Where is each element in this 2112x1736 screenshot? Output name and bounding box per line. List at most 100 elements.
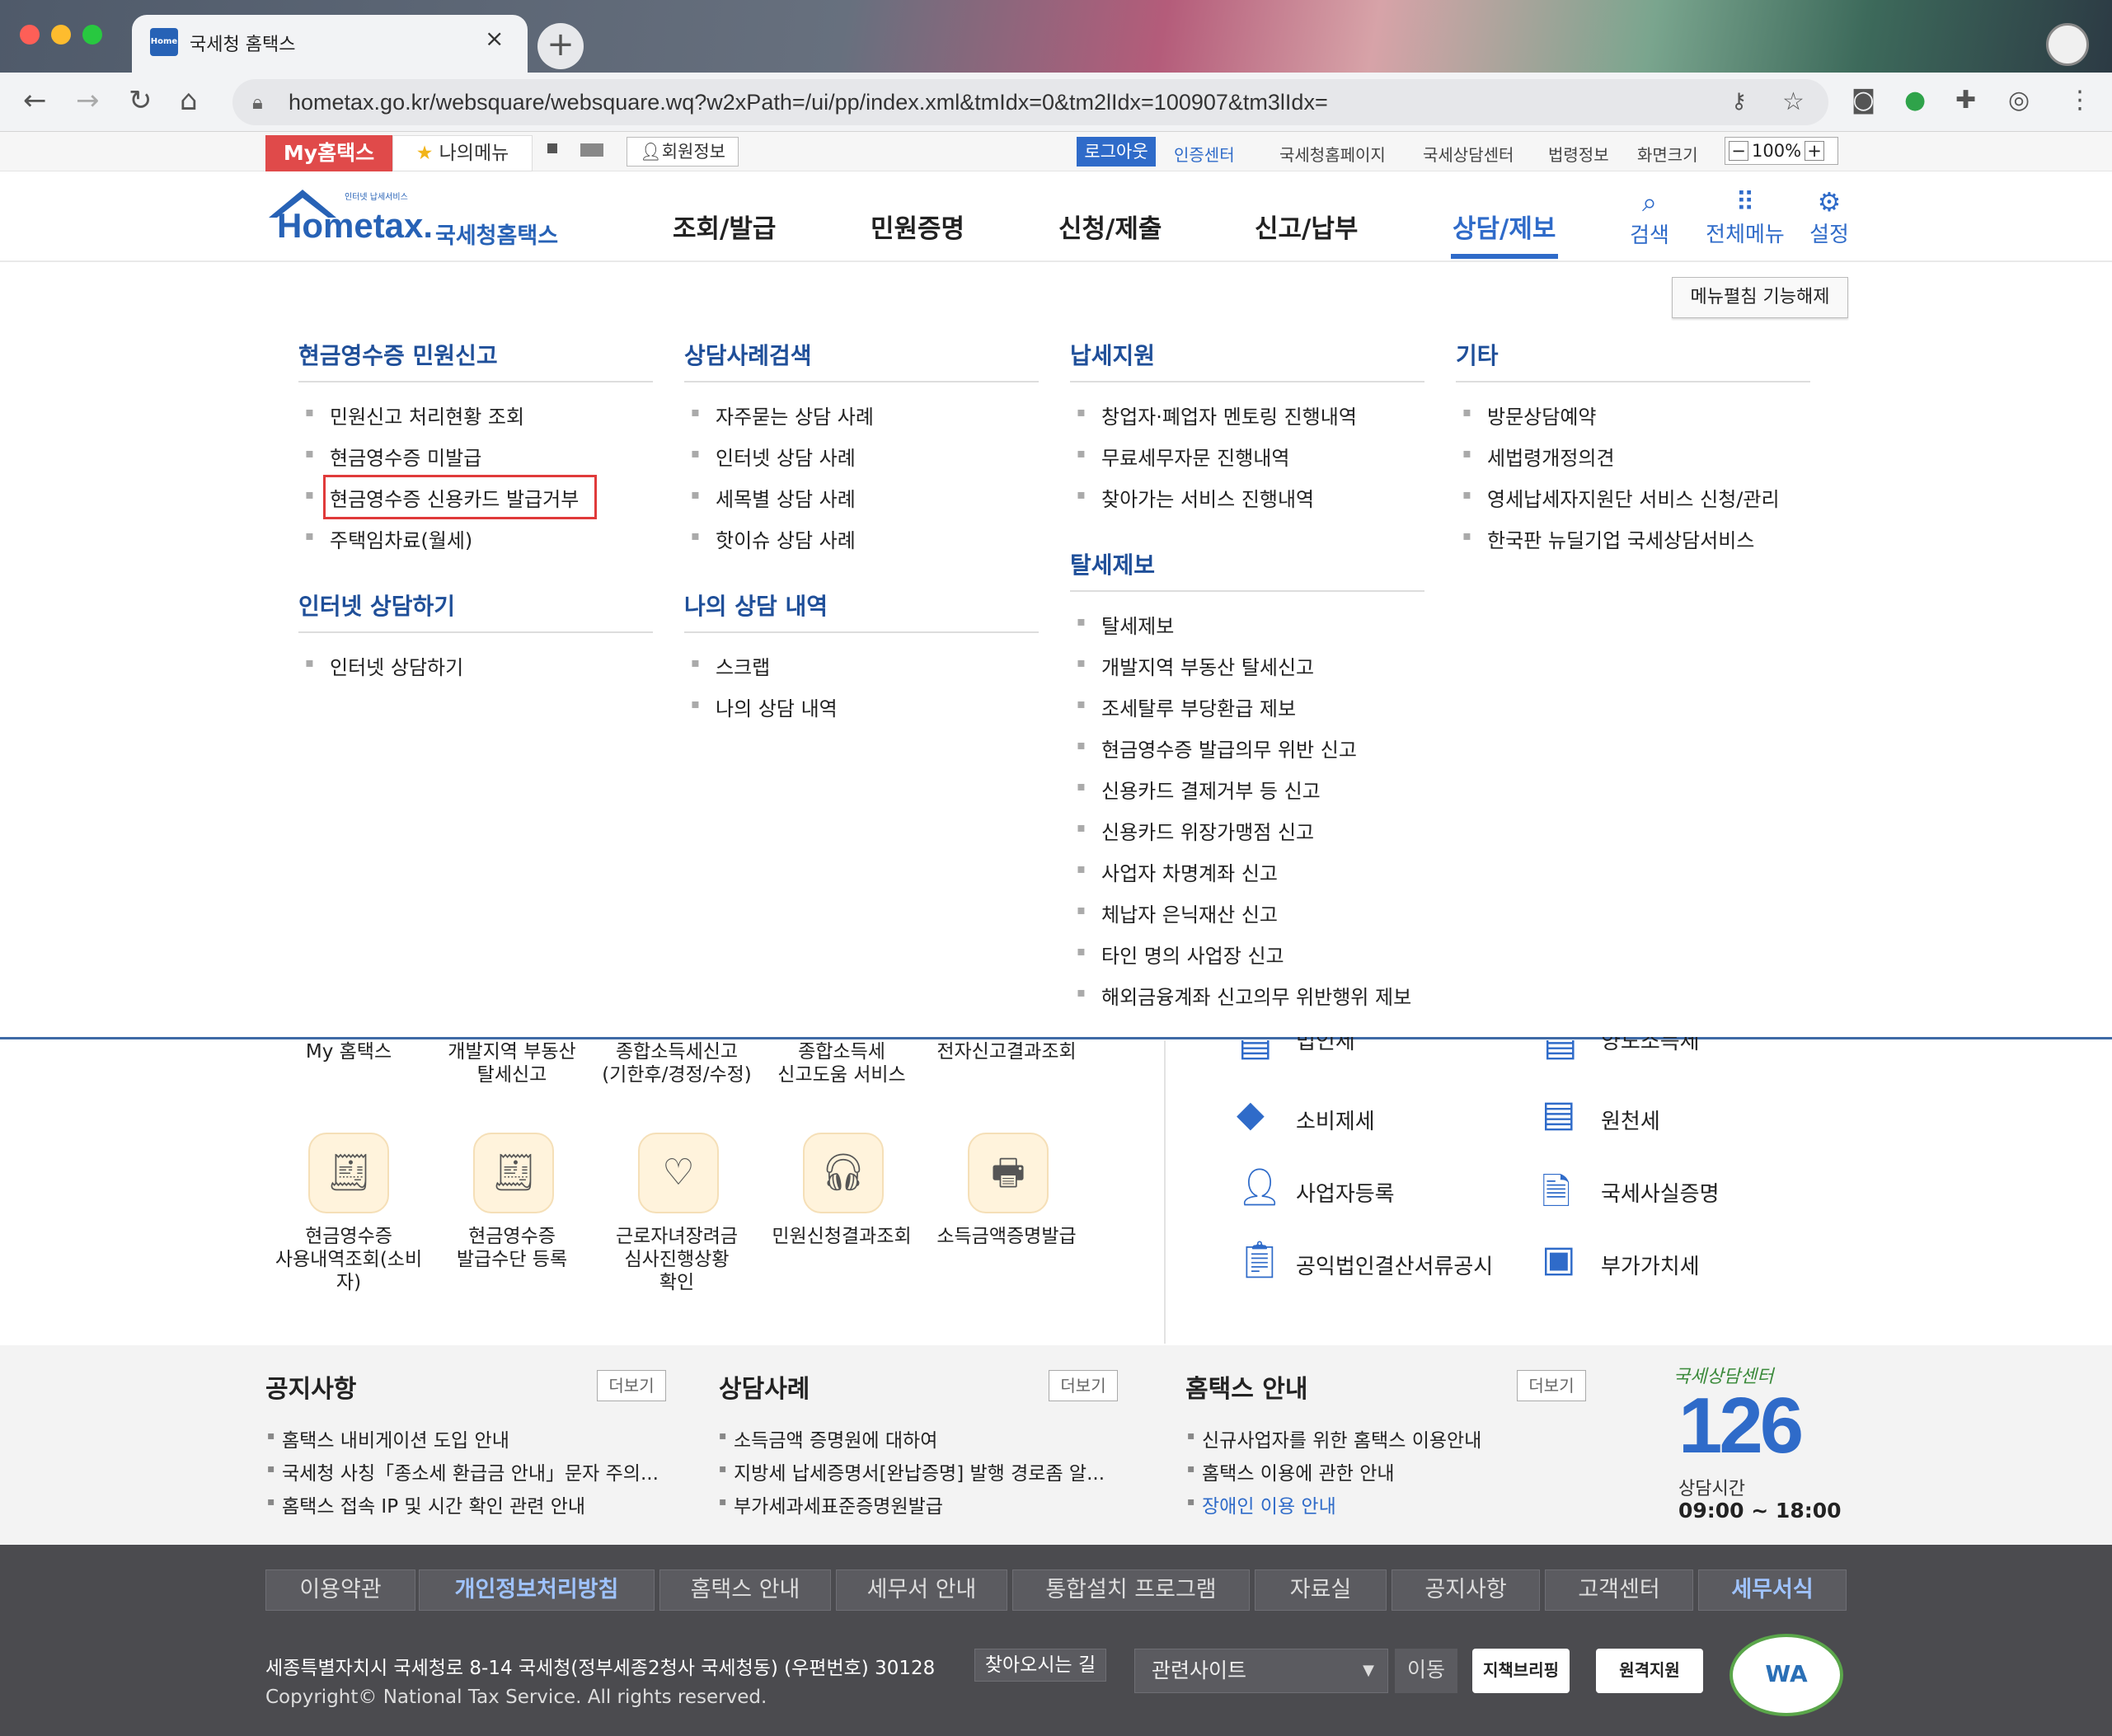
guide-item[interactable]: 신규사업자를 위한 홈택스 이용안내 [1187, 1424, 1481, 1452]
footer-customer-center-link[interactable]: 고객센터 [1545, 1569, 1693, 1611]
tax-vat[interactable]: 부가가치세 [1601, 1250, 1700, 1280]
related-sites-select[interactable]: 관련사이트 ▼ [1134, 1649, 1388, 1693]
section-title-tax-evasion-report[interactable]: 탈세제보 [1070, 547, 1155, 580]
menu-item[interactable]: 인터넷 상담하기 [305, 651, 463, 680]
maximize-window-button[interactable] [82, 25, 102, 45]
menu-item[interactable]: 현금영수증 발급의무 위반 신고 [1077, 734, 1357, 762]
menu-item[interactable]: 탈세제보 [1077, 610, 1174, 639]
menu-item[interactable]: 타인 명의 사업장 신고 [1077, 940, 1284, 969]
url-text[interactable]: hometax.go.kr/websquare/websquare.wq?w2x… [289, 90, 1328, 115]
service-cash-receipt-register[interactable]: 현금영수증 발급수단 등록 [434, 1225, 590, 1271]
section-title-case-search[interactable]: 상담사례검색 [684, 338, 812, 371]
footer-tax-forms-link[interactable]: 세무서식 [1698, 1569, 1847, 1611]
menu-item[interactable]: 체납자 은닉재산 신고 [1077, 898, 1278, 927]
menu-item[interactable]: 영세납세자지원단 서비스 신청/관리 [1462, 483, 1780, 512]
service-cash-receipt-history[interactable]: 현금영수증 사용내역조회(소비 자) [270, 1225, 427, 1294]
notice-item[interactable]: 홈택스 내비게이션 도입 안내 [267, 1424, 509, 1452]
printer-icon[interactable]: 🖶 [968, 1133, 1049, 1213]
cases-more-button[interactable]: 더보기 [1049, 1370, 1118, 1401]
nav-consult[interactable]: 상담/제보 [1453, 208, 1556, 245]
case-item[interactable]: 소득금액 증명원에 대하여 [719, 1424, 937, 1452]
law-info-link[interactable]: 법령정보 [1548, 142, 1609, 166]
address-bar[interactable]: 🔒︎ hometax.go.kr/websquare/websquare.wq?… [232, 79, 1828, 125]
footer-privacy-link[interactable]: 개인정보처리방침 [419, 1569, 655, 1611]
menu-item[interactable]: 한국판 뉴딜기업 국세상담서비스 [1462, 524, 1754, 553]
cert-center-link[interactable]: 인증센터 [1174, 142, 1235, 166]
tab-close-icon[interactable]: × [485, 25, 504, 52]
browser-menu-icon[interactable]: ⋮ [2067, 86, 2092, 115]
case-item[interactable]: 지방세 납세증명서[완납증명] 발행 경로좀 알... [719, 1457, 1105, 1485]
close-window-button[interactable] [20, 25, 40, 45]
receipt-register-icon[interactable]: 🧾︎ [473, 1133, 554, 1213]
menu-item[interactable]: 창업자·폐업자 멘토링 진행내역 [1077, 401, 1357, 429]
guide-item[interactable]: 홈택스 이용에 관한 안내 [1187, 1457, 1395, 1485]
camera-icon[interactable]: ◙ [1852, 86, 1875, 115]
find-way-button[interactable]: 찾아오시는 길 [974, 1649, 1106, 1682]
extension-icon[interactable]: ◎ [2008, 86, 2030, 115]
notice-item[interactable]: 홈택스 접속 IP 및 시간 확인 관련 안내 [267, 1490, 585, 1518]
heart-hand-icon[interactable]: ♡ [638, 1133, 719, 1213]
headset-icon[interactable]: 🎧︎ [803, 1133, 884, 1213]
service-earned-income-credit[interactable]: 근로자녀장려금 심사진행상황 확인 [598, 1225, 755, 1294]
member-info-button[interactable]: 👤︎회원정보 [627, 137, 739, 167]
tax-withholding[interactable]: 원천세 [1601, 1105, 1660, 1135]
menu-item[interactable]: 세목별 상담 사례 [691, 483, 856, 512]
case-item[interactable]: 부가세과세표준증명원발급 [719, 1490, 943, 1518]
nav-application[interactable]: 신청/제출 [1058, 208, 1162, 245]
header-search-button[interactable]: ⌕ 검색 [1604, 186, 1695, 249]
menu-item[interactable]: 인터넷 상담 사례 [691, 442, 856, 471]
related-move-button[interactable]: 이동 [1395, 1649, 1457, 1693]
browser-tab[interactable]: Home 국세청 홈택스 × [132, 15, 528, 73]
menu-item[interactable]: 사업자 차명계좌 신고 [1077, 857, 1278, 886]
guide-more-button[interactable]: 더보기 [1517, 1370, 1586, 1401]
zoom-out-button[interactable]: − [1729, 141, 1748, 161]
menu-item[interactable]: 조세탈루 부당환급 제보 [1077, 692, 1296, 721]
new-tab-button[interactable]: + [537, 23, 584, 69]
extensions-puzzle-icon[interactable]: ✚ [1955, 86, 1976, 115]
my-menu-button[interactable]: ★ 나의메뉴 [392, 135, 533, 171]
nts-homepage-link[interactable]: 국세청홈페이지 [1279, 142, 1386, 166]
notice-item[interactable]: 국세청 사칭「종소세 환급금 안내」문자 주의... [267, 1457, 659, 1485]
zoom-in-button[interactable]: + [1805, 141, 1825, 161]
footer-notice-link[interactable]: 공지사항 [1392, 1569, 1540, 1611]
footer-tax-office-link[interactable]: 세무서 안내 [836, 1569, 1007, 1611]
consult-center-link[interactable]: 국세상담센터 [1423, 142, 1514, 166]
footer-terms-link[interactable]: 이용약관 [265, 1569, 415, 1611]
browser-profile-icon[interactable] [2046, 23, 2089, 66]
service-e-filing-result[interactable]: 전자신고결과조회 [928, 1040, 1085, 1063]
policy-briefing-badge[interactable]: 지책브리핑 [1472, 1649, 1570, 1693]
footer-hometax-guide-link[interactable]: 홈택스 안내 [659, 1569, 831, 1611]
section-title-internet-consult[interactable]: 인터넷 상담하기 [298, 589, 455, 622]
reload-icon[interactable]: ↻ [129, 84, 153, 117]
evernote-icon[interactable]: ● [1904, 86, 1926, 115]
tax-public-corp-disclosure[interactable]: 공익법인결산서류공시 [1296, 1250, 1493, 1280]
notice-title[interactable]: 공지사항 [265, 1368, 356, 1405]
menu-item[interactable]: 민원신고 처리현황 조회 [305, 401, 524, 429]
tax-business-registration[interactable]: 사업자등록 [1296, 1177, 1395, 1208]
tax-fact-certificate[interactable]: 국세사실증명 [1601, 1177, 1720, 1208]
service-my-hometax[interactable]: My 홈택스 [270, 1040, 427, 1063]
service-income-tax-report[interactable]: 종합소득세신고 (기한후/경정/수정) [598, 1040, 755, 1086]
menu-item[interactable]: 세법령개정의견 [1462, 442, 1614, 471]
service-income-certificate[interactable]: 소득금액증명발급 [928, 1225, 1085, 1248]
cases-title[interactable]: 상담사례 [719, 1368, 810, 1405]
nav-filing[interactable]: 신고/납부 [1255, 208, 1358, 245]
section-title-etc[interactable]: 기타 [1456, 338, 1499, 371]
tax-corporate[interactable]: 법인세 [1296, 1037, 1355, 1057]
header-settings-button[interactable]: ⚙ 설정 [1784, 186, 1875, 248]
nav-certificate[interactable]: 민원증명 [871, 208, 964, 245]
menu-item[interactable]: 방문상담예약 [1462, 401, 1597, 429]
header-allmenu-button[interactable]: ⠿ 전체메뉴 [1700, 186, 1791, 248]
bookmark-star-icon[interactable]: ☆ [1782, 87, 1805, 116]
minimize-window-button[interactable] [51, 25, 71, 45]
back-arrow-icon[interactable]: ← [23, 84, 47, 117]
menu-item[interactable]: 나의 상담 내역 [691, 692, 838, 721]
section-title-my-consult[interactable]: 나의 상담 내역 [684, 589, 828, 622]
forward-arrow-icon[interactable]: → [76, 84, 100, 117]
service-dev-area-report[interactable]: 개발지역 부동산 탈세신고 [434, 1040, 590, 1086]
home-icon[interactable]: ⌂ [180, 84, 198, 117]
menu-item[interactable]: 스크랩 [691, 651, 770, 680]
section-title-cash-receipt[interactable]: 현금영수증 민원신고 [298, 338, 498, 371]
guide-item-accessibility[interactable]: 장애인 이용 안내 [1187, 1490, 1336, 1518]
nav-inquiry[interactable]: 조회/발급 [673, 208, 776, 245]
